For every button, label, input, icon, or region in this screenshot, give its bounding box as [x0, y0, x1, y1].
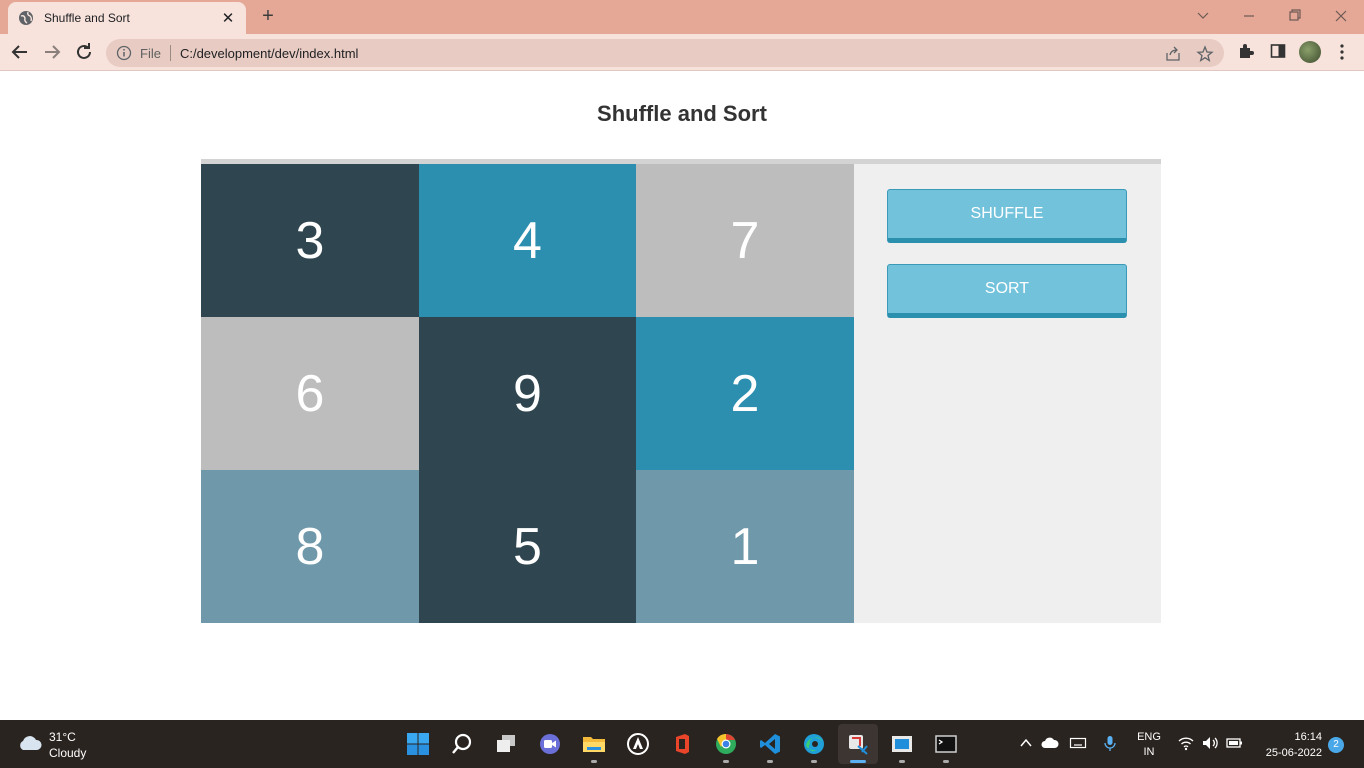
file-explorer-icon[interactable]: [580, 730, 608, 763]
volume-icon[interactable]: [1201, 734, 1219, 752]
grid-cell: 5: [419, 470, 636, 623]
info-icon[interactable]: [116, 45, 132, 61]
chevron-down-icon[interactable]: [1193, 7, 1213, 25]
minimize-icon[interactable]: [1239, 7, 1259, 25]
region-code: IN: [1143, 746, 1155, 758]
app-icon[interactable]: [624, 730, 652, 758]
terminal-icon[interactable]: [932, 730, 960, 763]
start-windows-icon[interactable]: [404, 730, 432, 758]
battery-icon[interactable]: [1225, 734, 1243, 752]
tab-title: Shuffle and Sort: [44, 11, 130, 25]
browser-tab[interactable]: Shuffle and Sort ✕: [8, 2, 246, 34]
vscode-icon[interactable]: [756, 730, 784, 763]
reload-icon[interactable]: [72, 41, 96, 63]
edge-icon[interactable]: [800, 730, 828, 763]
scheme-label: File: [140, 45, 161, 61]
grid-cell: 8: [201, 470, 419, 623]
number-grid: 3 4 7 6 9 2 8 5 1: [201, 164, 854, 623]
grid-cell: 1: [636, 470, 854, 623]
tab-close-icon[interactable]: ✕: [220, 10, 236, 27]
address-divider: [169, 45, 171, 61]
share-icon[interactable]: [1164, 45, 1182, 63]
chevron-up-icon[interactable]: [1017, 734, 1035, 752]
globe-icon: [19, 11, 33, 25]
restore-icon[interactable]: [1285, 7, 1305, 25]
back-arrow-icon[interactable]: [8, 41, 32, 63]
running-indicator: [899, 760, 905, 763]
new-tab-button[interactable]: +: [258, 6, 278, 26]
menu-kebab-icon[interactable]: [1336, 43, 1348, 61]
windows-taskbar: 31°C Cloudy ENG IN 16:14 25-06-2022 2: [0, 720, 1364, 768]
teams-chat-icon[interactable]: [536, 730, 564, 758]
weather-condition[interactable]: Cloudy: [49, 746, 86, 760]
running-indicator: [767, 760, 773, 763]
media-player-icon[interactable]: [888, 730, 916, 763]
star-icon[interactable]: [1196, 45, 1214, 63]
browser-tab-strip: Shuffle and Sort ✕ +: [0, 0, 1364, 34]
grid-cell: 4: [419, 164, 636, 317]
grid-cell: 2: [636, 317, 854, 470]
grid-cell: 9: [419, 317, 636, 470]
page-title: Shuffle and Sort: [597, 101, 767, 126]
side-panel-icon[interactable]: [1269, 42, 1287, 60]
search-icon[interactable]: [448, 730, 476, 758]
grid-cell: 7: [636, 164, 854, 317]
clock-date: 25-06-2022: [1265, 747, 1322, 759]
microphone-icon[interactable]: [1101, 734, 1119, 752]
active-indicator: [850, 760, 866, 763]
close-icon[interactable]: [1331, 7, 1351, 25]
notification-badge[interactable]: 2: [1328, 737, 1344, 753]
system-clock[interactable]: 16:14 25-06-2022: [1250, 729, 1322, 761]
language-code: ENG: [1137, 731, 1161, 743]
shuffle-button[interactable]: SHUFFLE: [887, 189, 1127, 243]
extensions-icon[interactable]: [1237, 42, 1255, 60]
profile-avatar[interactable]: [1299, 41, 1321, 63]
grid-cell: 6: [201, 317, 419, 470]
wifi-icon[interactable]: [1177, 734, 1195, 752]
running-indicator: [943, 760, 949, 763]
weather-temperature[interactable]: 31°C: [49, 730, 76, 744]
language-indicator[interactable]: ENG IN: [1136, 730, 1162, 760]
onedrive-cloud-icon[interactable]: [1041, 734, 1059, 752]
keyboard-icon[interactable]: [1069, 734, 1087, 752]
url-text[interactable]: C:/development/dev/index.html: [180, 46, 358, 61]
snipping-tool-icon[interactable]: [844, 730, 872, 763]
running-indicator: [811, 760, 817, 763]
forward-arrow-icon[interactable]: [40, 41, 64, 63]
controls-panel: SHUFFLE SORT: [854, 164, 1161, 623]
clock-time: 16:14: [1294, 731, 1322, 743]
cloud-icon[interactable]: [16, 733, 44, 753]
sort-button[interactable]: SORT: [887, 264, 1127, 318]
running-indicator: [723, 760, 729, 763]
office-icon[interactable]: [668, 730, 696, 758]
task-view-icon[interactable]: [492, 730, 520, 758]
address-bar[interactable]: File C:/development/dev/index.html: [106, 39, 1224, 67]
grid-cell: 3: [201, 164, 419, 317]
running-indicator: [591, 760, 597, 763]
browser-toolbar: File C:/development/dev/index.html: [0, 34, 1364, 71]
chrome-icon[interactable]: [712, 730, 740, 763]
